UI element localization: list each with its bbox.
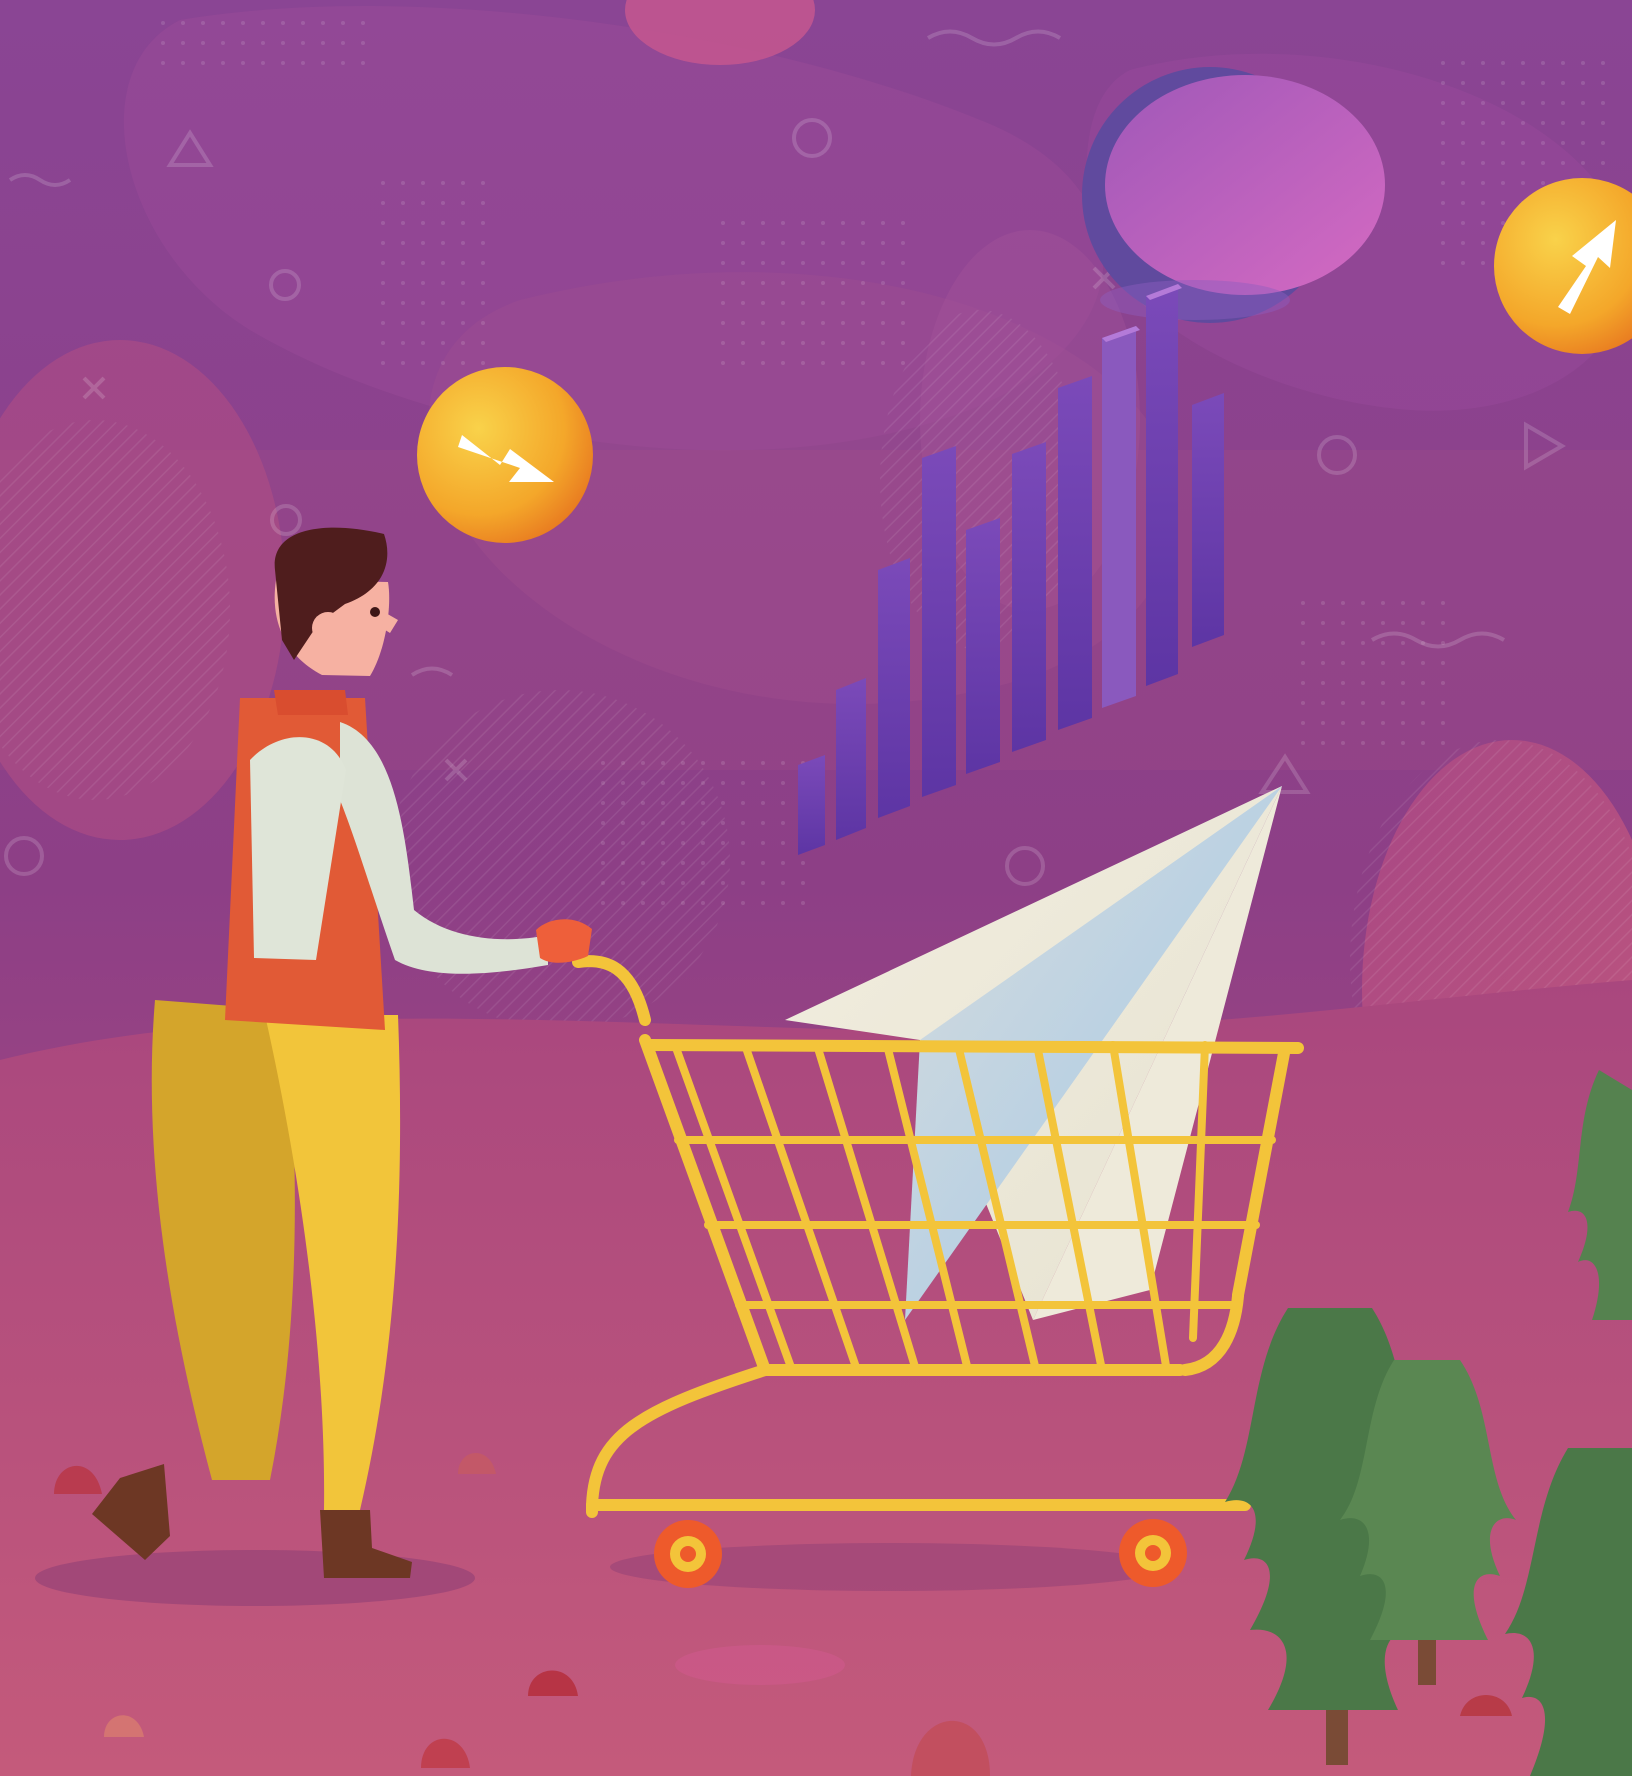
shopping-illustration — [0, 0, 1632, 1776]
coin-down-right — [417, 367, 593, 543]
illustration-stage — [0, 0, 1632, 1776]
